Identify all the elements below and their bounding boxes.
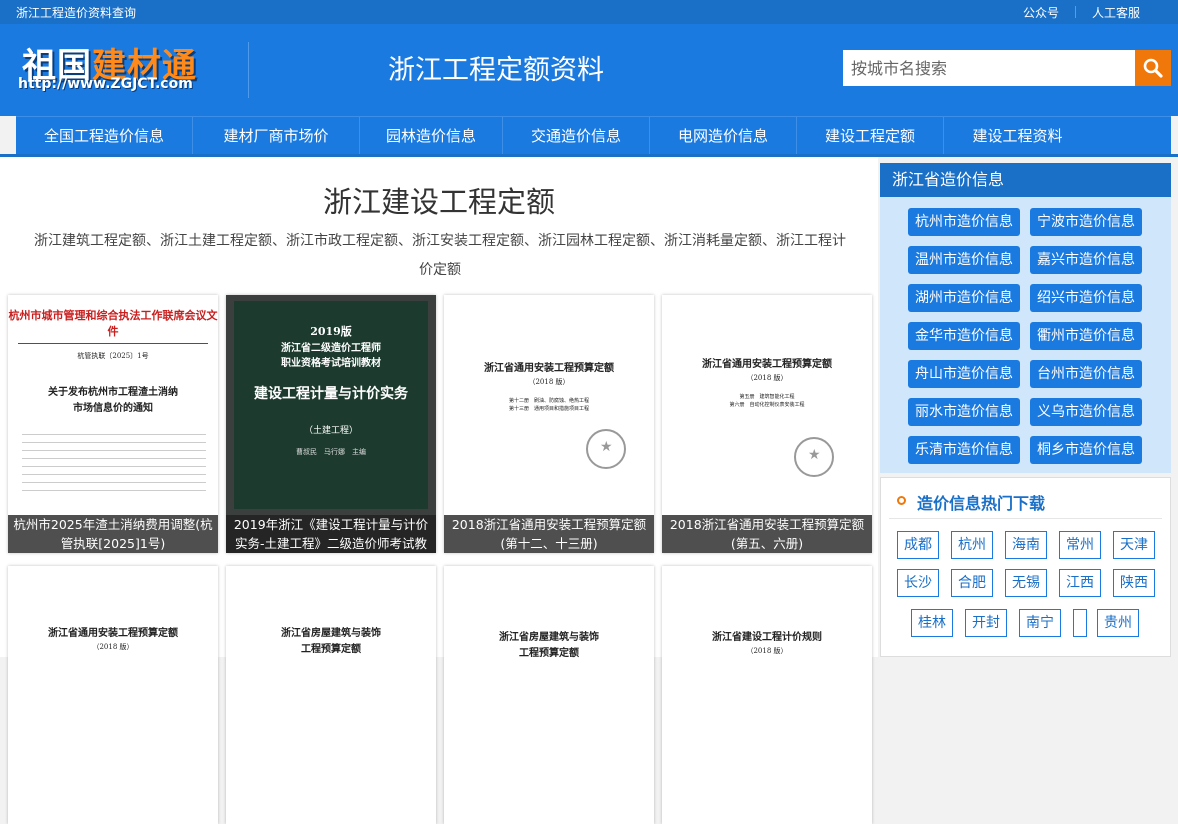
hot-tag[interactable]: 南宁 <box>1019 609 1061 637</box>
city-link-hangzhou[interactable]: 杭州市造价信息 <box>908 208 1020 236</box>
nav-item-traffic-cost[interactable]: 交通造价信息 <box>503 117 650 155</box>
city-link-zhoushan[interactable]: 舟山市造价信息 <box>908 360 1020 388</box>
nav-item-landscape-cost[interactable]: 园林造价信息 <box>360 117 503 155</box>
document-title: 2018浙江省通用安装工程预算定额(第十二、十三册) <box>444 515 654 553</box>
hot-tag[interactable] <box>1073 609 1087 637</box>
city-link-yiwu[interactable]: 义乌市造价信息 <box>1030 398 1142 426</box>
city-link-huzhou[interactable]: 湖州市造价信息 <box>908 284 1020 312</box>
document-title: 2019年浙江《建设工程计量与计价实务-土建工程》二级造价师考试教材 <box>226 515 436 553</box>
city-link-lishui[interactable]: 丽水市造价信息 <box>908 398 1020 426</box>
search-icon <box>1143 58 1163 78</box>
sidebar: 浙江省造价信息 杭州市造价信息 宁波市造价信息 温州市造价信息 嘉兴市造价信息 … <box>878 157 1178 657</box>
city-link-taizhou[interactable]: 台州市造价信息 <box>1030 360 1142 388</box>
document-cover: 浙江省建设工程计价规则 （2018 版） <box>662 566 872 824</box>
header: 祖国建材通 http://www.ZGJCT.com 浙江工程定额资料 <box>0 24 1178 116</box>
wechat-link[interactable]: 公众号 <box>1023 4 1059 21</box>
main-nav: 全国工程造价信息 建材厂商市场价 园林造价信息 交通造价信息 电网造价信息 建设… <box>16 116 1171 155</box>
customer-service-link[interactable]: 人工客服 <box>1092 4 1140 21</box>
divider <box>248 42 249 98</box>
hot-tag[interactable]: 合肥 <box>951 569 993 597</box>
site-name: 浙江工程造价资料查询 <box>16 6 137 20</box>
document-card[interactable]: 浙江省通用安装工程预算定额 （2018 版） 第十二册 刷油、防腐蚀、绝热工程 … <box>444 295 654 553</box>
document-cover: 浙江省通用安装工程预算定额 （2018 版） <box>8 566 218 824</box>
hot-tag[interactable]: 成都 <box>897 531 939 559</box>
city-link-wenzhou[interactable]: 温州市造价信息 <box>908 246 1020 274</box>
province-cost-panel: 浙江省造价信息 杭州市造价信息 宁波市造价信息 温州市造价信息 嘉兴市造价信息 … <box>880 163 1171 473</box>
hot-downloads-panel: 造价信息热门下载 成都 杭州 海南 常州 天津 长沙 合肥 无锡 江西 陕西 桂… <box>880 477 1171 657</box>
city-link-jiaxing[interactable]: 嘉兴市造价信息 <box>1030 246 1142 274</box>
nav-item-national-cost[interactable]: 全国工程造价信息 <box>16 117 193 155</box>
top-bar: 浙江工程造价资料查询 公众号 人工客服 <box>0 0 1178 24</box>
stamp-seal <box>794 437 834 477</box>
city-link-quzhou[interactable]: 衢州市造价信息 <box>1030 322 1142 350</box>
city-link-jinhua[interactable]: 金华市造价信息 <box>908 322 1020 350</box>
document-card[interactable]: 杭州市城市管理和综合执法工作联席会议文件 杭管执联〔2025〕1号 关于发布杭州… <box>8 295 218 553</box>
hot-tag[interactable]: 海南 <box>1005 531 1047 559</box>
hot-tag[interactable]: 江西 <box>1059 569 1101 597</box>
divider <box>1075 6 1076 18</box>
nav-item-material-price[interactable]: 建材厂商市场价 <box>193 117 360 155</box>
city-link-tongxiang[interactable]: 桐乡市造价信息 <box>1030 436 1142 464</box>
circle-bullet-icon <box>897 496 906 505</box>
logo-url: http://www.ZGJCT.com <box>18 76 193 92</box>
document-card[interactable]: 浙江省房屋建筑与装饰 工程预算定额 <box>444 566 654 824</box>
city-link-yueqing[interactable]: 乐清市造价信息 <box>908 436 1020 464</box>
city-link-ningbo[interactable]: 宁波市造价信息 <box>1030 208 1142 236</box>
nav-item-grid-cost[interactable]: 电网造价信息 <box>650 117 797 155</box>
divider <box>889 518 1162 519</box>
hot-tag[interactable]: 无锡 <box>1005 569 1047 597</box>
main-content: 浙江建设工程定额 浙江建筑工程定额、浙江土建工程定额、浙江市政工程定额、浙江安装… <box>0 157 878 824</box>
nav-item-construction-quota[interactable]: 建设工程定额 <box>797 117 944 155</box>
hot-tag[interactable]: 开封 <box>965 609 1007 637</box>
panel-title: 造价信息热门下载 <box>917 494 1046 513</box>
stamp-seal <box>586 429 626 469</box>
nav-item-construction-docs[interactable]: 建设工程资料 <box>944 117 1091 155</box>
document-card[interactable]: 浙江省建设工程计价规则 （2018 版） <box>662 566 872 824</box>
hot-tag[interactable]: 天津 <box>1113 531 1155 559</box>
page-heading: 浙江工程定额资料 <box>388 55 604 86</box>
document-card[interactable]: 浙江省通用安装工程预算定额 （2018 版） <box>8 566 218 824</box>
hot-tag[interactable]: 贵州 <box>1097 609 1139 637</box>
panel-title: 浙江省造价信息 <box>880 163 1171 197</box>
document-card[interactable]: 浙江省通用安装工程预算定额 （2018 版） 第五册 建筑智能化工程 第六册 自… <box>662 295 872 553</box>
hot-tag[interactable]: 常州 <box>1059 531 1101 559</box>
document-cover: 浙江省房屋建筑与装饰 工程预算定额 <box>444 566 654 824</box>
page-title: 浙江建设工程定额 <box>322 185 555 219</box>
document-title: 杭州市2025年渣土消纳费用调整(杭管执联[2025]1号) <box>8 515 218 553</box>
document-cover: 浙江省房屋建筑与装饰 工程预算定额 <box>226 566 436 824</box>
hot-tag[interactable]: 陕西 <box>1113 569 1155 597</box>
document-card[interactable]: 浙江省房屋建筑与装饰 工程预算定额 <box>226 566 436 824</box>
hot-tag[interactable]: 长沙 <box>897 569 939 597</box>
city-link-shaoxing[interactable]: 绍兴市造价信息 <box>1030 284 1142 312</box>
document-card[interactable]: 2019版 浙江省二级造价工程师 职业资格考试培训教材 建设工程计量与计价实务 … <box>226 295 436 553</box>
search-button[interactable] <box>1135 50 1171 86</box>
document-title: 2018浙江省通用安装工程预算定额(第五、六册) <box>662 515 872 553</box>
hot-tag[interactable]: 杭州 <box>951 531 993 559</box>
page-description: 浙江建筑工程定额、浙江土建工程定额、浙江市政工程定额、浙江安装工程定额、浙江园林… <box>34 233 846 278</box>
hot-tag[interactable]: 桂林 <box>911 609 953 637</box>
search-input[interactable] <box>843 50 1135 86</box>
